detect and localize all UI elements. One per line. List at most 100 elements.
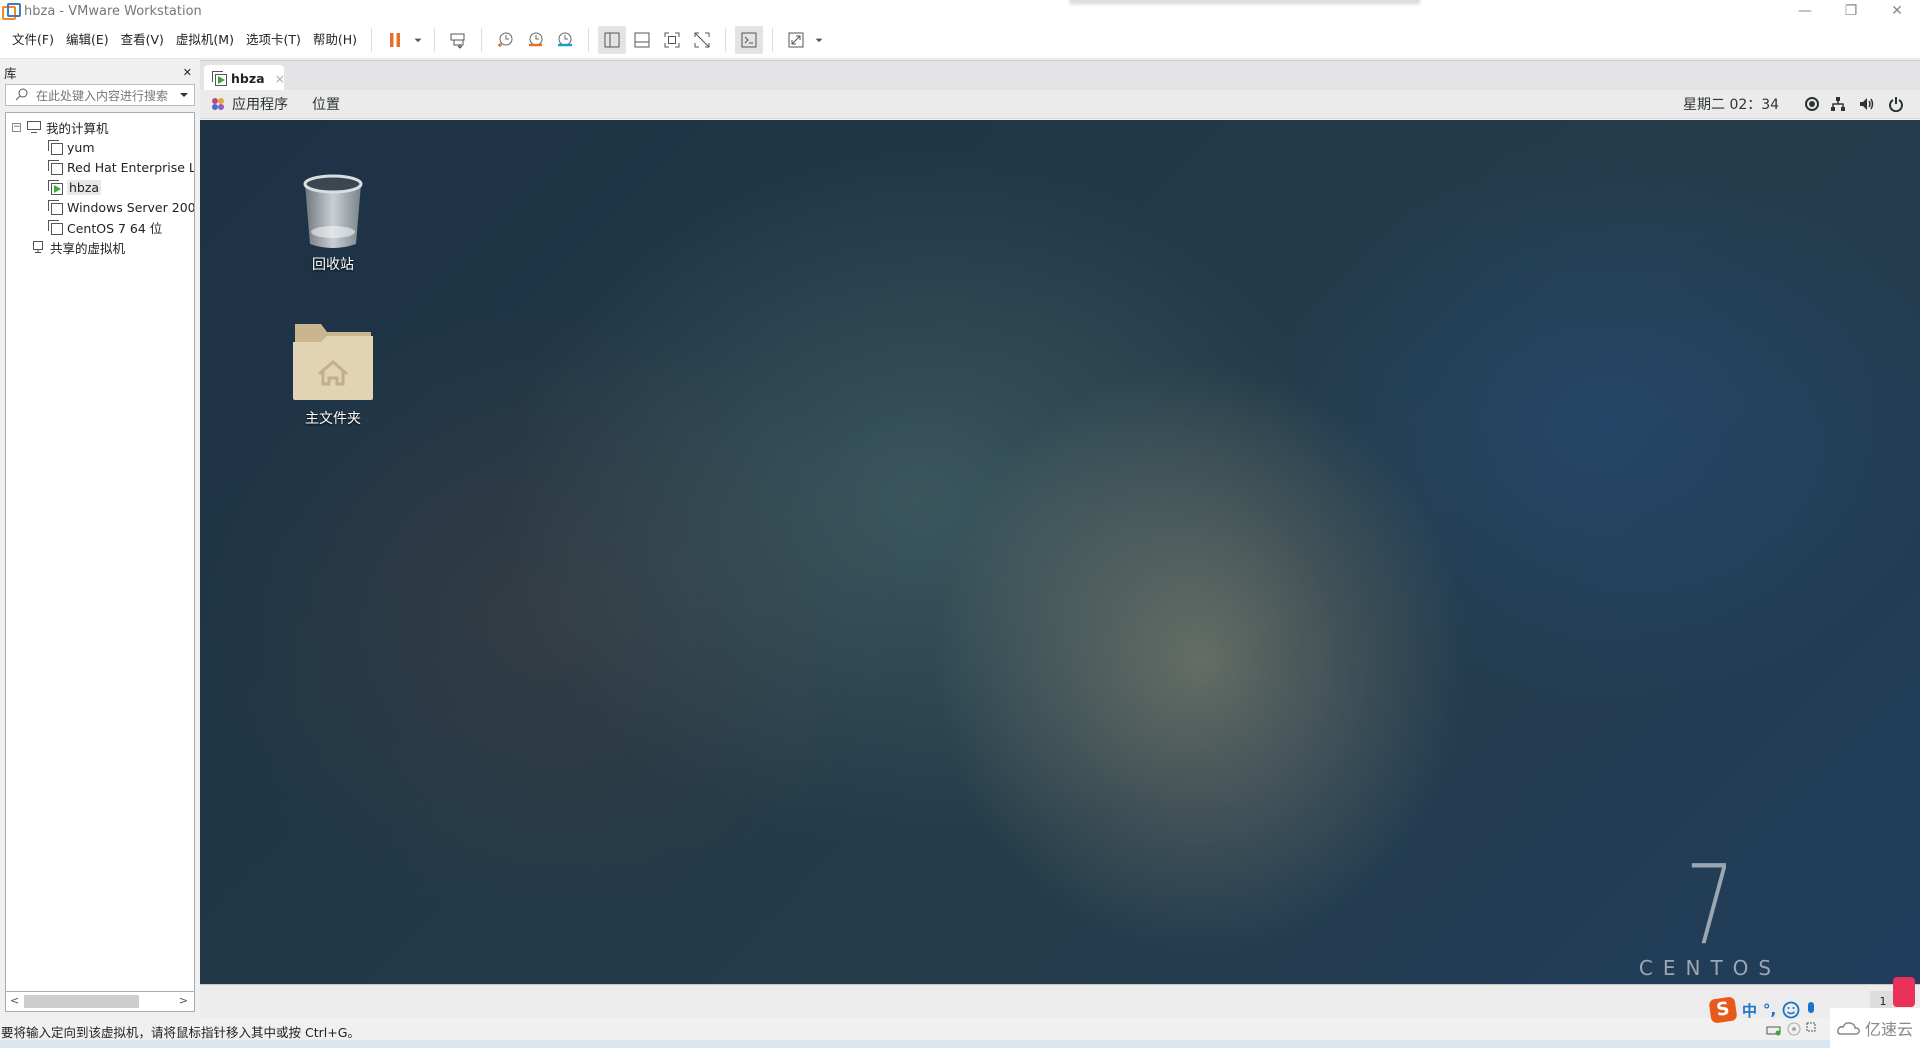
menu-tabs[interactable]: 选项卡(T)	[240, 27, 307, 53]
search-placeholder: 在此处键入内容进行搜索	[36, 88, 169, 103]
tree-node-my-computer[interactable]: − 我的计算机	[12, 118, 109, 136]
watermark: 亿速云	[1830, 1008, 1920, 1048]
gnome-top-bar: 应用程序 位置 星期二 02：34	[200, 90, 1920, 119]
vm-running-icon	[48, 180, 63, 195]
mascot-icon	[1893, 977, 1915, 1007]
computer-icon	[27, 121, 41, 133]
hdd-status-icon[interactable]	[1766, 1022, 1782, 1036]
ime-mode[interactable]: 中	[1742, 1000, 1757, 1021]
snapshot-manager-icon	[558, 32, 573, 47]
dropdown-icon[interactable]	[178, 89, 190, 101]
menu-file[interactable]: 文件(F)	[6, 27, 60, 53]
guest-desktop[interactable]: 回收站 主文件夹 7 CENTOS	[200, 120, 1920, 984]
stretch-button[interactable]	[782, 26, 810, 54]
desktop-icon-label: 回收站	[312, 257, 354, 273]
unity-icon	[694, 32, 710, 48]
tree-item-centos[interactable]: CentOS 7 64 位	[48, 218, 162, 236]
volume-icon[interactable]	[1858, 96, 1874, 112]
microphone-icon[interactable]	[1806, 1001, 1816, 1019]
home-folder-icon	[293, 324, 373, 400]
vm-icon	[48, 160, 63, 175]
pause-icon	[390, 33, 401, 47]
scroll-left-icon[interactable]: <	[10, 994, 19, 1007]
status-bar: 要将输入定向到该虚拟机，请将鼠标指针移入其中或按 Ctrl+G。	[0, 1018, 1920, 1048]
vm-icon	[48, 220, 63, 235]
desktop-icon-home[interactable]: 主文件夹	[268, 320, 398, 428]
tree-label: hbza	[67, 179, 102, 195]
show-library-button[interactable]	[598, 26, 627, 54]
tab-close-button[interactable]: ×	[275, 71, 285, 86]
tree-label: Windows Server 2008	[67, 199, 194, 215]
vm-area: hbza × 应用程序 位置 星期二 02：34 回收站 主文件夹 7 CENT…	[200, 60, 1920, 1018]
separator	[588, 28, 590, 52]
tree-item-hbza[interactable]: hbza	[48, 178, 102, 196]
ime-punctuation[interactable]: °,	[1763, 1001, 1776, 1019]
dropdown-icon	[414, 38, 422, 43]
restore-button[interactable]: ❐	[1828, 0, 1874, 22]
console-view-button[interactable]	[735, 26, 764, 54]
take-snapshot-button[interactable]	[491, 26, 519, 54]
menu-vm[interactable]: 虚拟机(M)	[170, 27, 240, 53]
scroll-right-icon[interactable]: >	[179, 994, 188, 1007]
close-button[interactable]: ✕	[1874, 0, 1920, 22]
tree-label: 我的计算机	[46, 120, 109, 136]
accessibility-icon[interactable]	[1804, 96, 1820, 112]
status-strip	[0, 1040, 1920, 1048]
library-title: 库	[4, 65, 17, 81]
snapshot-manager-button[interactable]	[551, 26, 579, 54]
power-dropdown[interactable]	[411, 26, 425, 54]
shared-vm-icon	[33, 241, 43, 253]
places-menu[interactable]: 位置	[312, 94, 340, 114]
emoji-icon[interactable]	[1782, 1001, 1800, 1019]
ime-toolbar[interactable]: S 中 °,	[1708, 996, 1840, 1024]
vm-icon	[48, 140, 63, 155]
menu-edit[interactable]: 编辑(E)	[60, 27, 115, 53]
power-icon[interactable]	[1888, 96, 1904, 112]
network-icon[interactable]	[1830, 96, 1846, 112]
menu-view[interactable]: 查看(V)	[115, 27, 170, 53]
separator	[371, 28, 373, 52]
title-bar: hbza - VMware Workstation — ❐ ✕	[0, 0, 1920, 22]
applications-icon	[212, 98, 224, 110]
fullscreen-icon	[664, 32, 680, 48]
collapse-icon[interactable]: −	[12, 122, 21, 132]
scroll-thumb[interactable]	[24, 995, 139, 1008]
pause-button[interactable]	[381, 26, 409, 54]
minimize-button[interactable]: —	[1782, 0, 1828, 22]
revert-snapshot-button[interactable]	[521, 26, 549, 54]
horizontal-scrollbar[interactable]: < >	[5, 992, 195, 1012]
send-ctrl-alt-del-button[interactable]	[444, 26, 472, 54]
sogou-logo-icon: S	[1708, 996, 1738, 1024]
tree-item-windows-server[interactable]: Windows Server 2008	[48, 198, 194, 216]
show-thumbnail-bar-icon	[634, 32, 650, 48]
fullscreen-button[interactable]	[658, 26, 686, 54]
library-close-button[interactable]: ✕	[183, 66, 192, 79]
dropdown-icon	[815, 38, 823, 43]
search-icon	[15, 88, 28, 101]
tree-item-yum[interactable]: yum	[48, 138, 95, 156]
network-status-icon[interactable]	[1806, 1022, 1820, 1036]
tree-label: CentOS 7 64 位	[67, 220, 163, 236]
tab-hbza[interactable]: hbza ×	[204, 65, 285, 91]
tree-item-rhel[interactable]: Red Hat Enterprise Linux	[48, 158, 194, 176]
separator	[772, 28, 774, 52]
applications-menu[interactable]: 应用程序	[232, 94, 288, 114]
desktop-icon-trash[interactable]: 回收站	[268, 172, 398, 274]
tree-label: 共享的虚拟机	[50, 240, 126, 256]
menu-help[interactable]: 帮助(H)	[307, 27, 363, 53]
unity-button[interactable]	[688, 26, 716, 54]
watermark-text: 亿速云	[1864, 1020, 1913, 1039]
separator	[725, 28, 727, 52]
cd-status-icon[interactable]	[1786, 1022, 1802, 1036]
library-panel: 库 ✕ 在此处键入内容进行搜索 − 我的计算机 yum Red Hat Ente…	[0, 60, 198, 1018]
menu-toolbar: 文件(F) 编辑(E) 查看(V) 虚拟机(M) 选项卡(T) 帮助(H)	[0, 22, 1920, 59]
stretch-dropdown[interactable]	[812, 26, 826, 54]
minimize-icon: —	[1798, 3, 1812, 19]
thumbnail-bar-button[interactable]	[628, 26, 656, 54]
status-message: 要将输入定向到该虚拟机，请将鼠标指针移入其中或按 Ctrl+G。	[1, 1025, 360, 1040]
snapshot-revert-icon	[529, 32, 543, 47]
clock[interactable]: 星期二 02：34	[1683, 94, 1779, 114]
library-search[interactable]: 在此处键入内容进行搜索	[5, 84, 195, 106]
restore-icon: ❐	[1844, 3, 1858, 19]
tree-node-shared[interactable]: 共享的虚拟机	[30, 238, 125, 256]
